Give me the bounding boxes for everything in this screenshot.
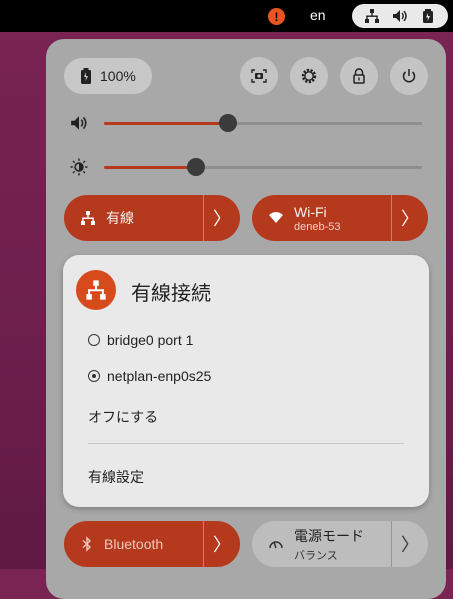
bluetooth-menu-expand-button[interactable]: 〉 <box>203 521 240 567</box>
volume-icon <box>71 116 87 130</box>
volume-fill <box>104 122 229 125</box>
battery-status-button[interactable]: 100% <box>64 58 152 94</box>
bluetooth-icon <box>82 536 92 552</box>
wifi-toggle-label: Wi-Fi <box>294 203 327 220</box>
wifi-toggle[interactable]: Wi-Fi deneb-53 〉 <box>252 195 428 241</box>
lock-icon <box>353 68 365 84</box>
menu-separator <box>88 443 404 444</box>
power-icon <box>402 69 416 83</box>
wired-network-toggle[interactable]: 有線 〉 <box>64 195 240 241</box>
alert-icon[interactable]: ! <box>268 8 285 25</box>
connection-item-bridge0[interactable]: bridge0 port 1 <box>88 332 193 348</box>
chevron-right-icon: 〉 <box>213 535 231 555</box>
top-bar: ! en <box>0 0 453 32</box>
bluetooth-toggle-label: Bluetooth <box>104 536 164 552</box>
bluetooth-toggle[interactable]: Bluetooth 〉 <box>64 521 240 567</box>
brightness-slider[interactable] <box>70 156 422 178</box>
chevron-right-icon: 〉 <box>213 209 231 229</box>
connection-item-netplan[interactable]: netplan-enp0s25 <box>88 368 211 384</box>
power-mode-value: バランス <box>294 549 338 562</box>
radio-unselected-icon <box>88 334 100 346</box>
chevron-right-icon: 〉 <box>401 535 419 555</box>
brightness-fill <box>104 166 197 169</box>
gear-icon <box>301 68 317 84</box>
keyboard-language-indicator[interactable]: en <box>310 7 326 23</box>
volume-icon <box>393 10 407 22</box>
battery-icon <box>423 9 433 23</box>
brightness-track[interactable] <box>104 158 422 176</box>
power-mode-label: 電源モード <box>294 527 364 544</box>
volume-slider-handle[interactable] <box>219 114 238 132</box>
connection-label: bridge0 port 1 <box>107 332 194 348</box>
wifi-network-name: deneb-53 <box>294 220 341 233</box>
screenshot-icon <box>251 69 267 83</box>
power-profile-icon <box>269 541 283 549</box>
wired-network-icon <box>81 211 95 225</box>
wired-toggle-label: 有線 <box>106 210 134 226</box>
system-status-area[interactable] <box>352 4 448 28</box>
battery-icon <box>81 68 91 84</box>
brightness-icon <box>70 158 88 176</box>
radio-selected-icon <box>88 370 100 382</box>
wired-settings-label: 有線設定 <box>88 469 144 485</box>
wired-menu-title: 有線接続 <box>131 283 211 305</box>
power-mode-toggle-main[interactable]: 電源モード バランス <box>252 521 391 567</box>
wifi-toggle-main[interactable]: Wi-Fi deneb-53 <box>252 195 391 241</box>
bluetooth-toggle-main[interactable]: Bluetooth <box>64 521 203 567</box>
wifi-menu-expand-button[interactable]: 〉 <box>391 195 428 241</box>
volume-slider[interactable] <box>70 112 422 134</box>
wired-settings-item[interactable]: 有線設定 <box>88 467 144 487</box>
screenshot-button[interactable] <box>240 57 278 95</box>
turn-off-label: オフにする <box>88 409 159 425</box>
volume-track[interactable] <box>104 114 422 132</box>
turn-off-item[interactable]: オフにする <box>88 407 158 427</box>
battery-percentage: 100% <box>100 68 136 84</box>
brightness-slider-handle[interactable] <box>187 158 206 176</box>
power-button[interactable] <box>390 57 428 95</box>
wifi-icon <box>269 212 283 223</box>
power-mode-toggle[interactable]: 電源モード バランス 〉 <box>252 521 428 567</box>
settings-button[interactable] <box>290 57 328 95</box>
wired-menu-expand-button[interactable]: 〉 <box>203 195 240 241</box>
connection-label: netplan-enp0s25 <box>107 368 212 384</box>
network-icon <box>365 9 379 23</box>
power-mode-expand-button[interactable]: 〉 <box>391 521 428 567</box>
chevron-right-icon: 〉 <box>401 209 419 229</box>
lock-screen-button[interactable] <box>340 57 378 95</box>
wired-connection-menu: 有線接続 bridge0 port 1 netplan-enp0s25 オフにす… <box>63 255 429 507</box>
wired-toggle-main[interactable]: 有線 <box>64 195 203 241</box>
wired-network-icon <box>76 270 116 310</box>
